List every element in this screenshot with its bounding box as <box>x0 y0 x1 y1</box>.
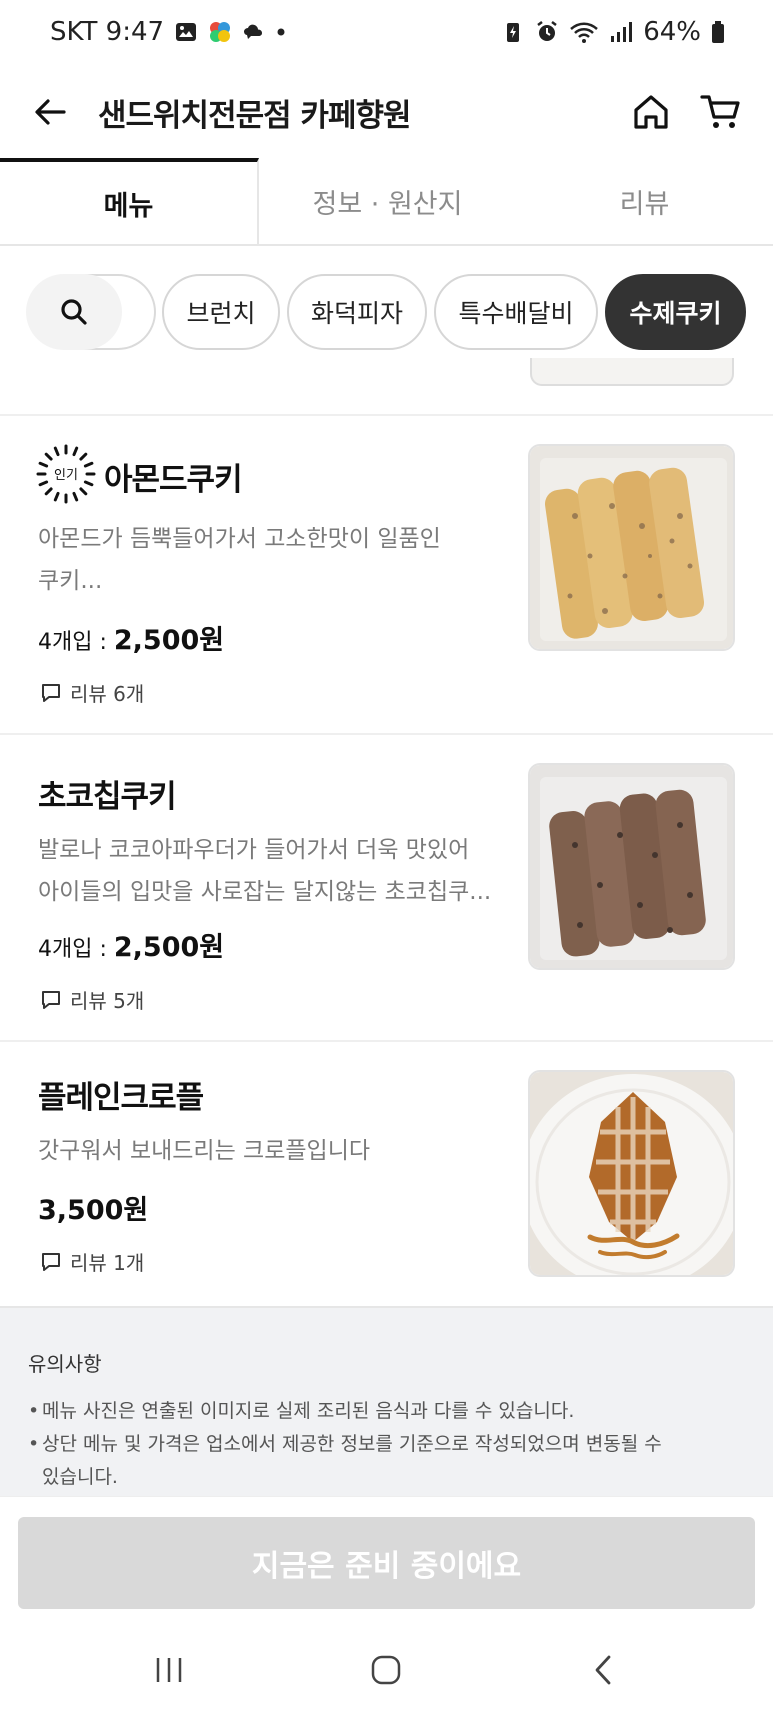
item-price: 4개입 : 2,500원 <box>38 925 224 964</box>
item-name: 아몬드쿠키 <box>104 462 243 498</box>
item-description: 갓구워서 보내드리는 크로플입니다 <box>38 1130 508 1172</box>
category-chip-brunch[interactable]: 브런치 <box>162 274 280 350</box>
back-chevron-icon <box>595 1655 611 1685</box>
tab-bar: 메뉴 정보 · 원산지 리뷰 <box>0 158 773 246</box>
back-button[interactable] <box>28 90 72 134</box>
order-button-disabled[interactable]: 지금은 준비 중이에요 <box>18 1517 755 1609</box>
previous-item-image-edge <box>530 358 734 386</box>
wifi-icon <box>570 22 599 43</box>
notice-title: 유의사항 <box>28 1352 102 1376</box>
search-icon <box>61 299 87 325</box>
menu-item-chocolate-chip-cookie[interactable]: 초코칩쿠키 발로나 코코아파우더가 들어가서 더욱 맛있어 아이들의 입맛을 사… <box>0 735 773 1040</box>
tab-info-origin[interactable]: 정보 · 원산지 <box>259 158 516 244</box>
tab-menu[interactable]: 메뉴 <box>0 158 259 244</box>
home-nav-button[interactable] <box>356 1640 416 1700</box>
comment-icon <box>42 683 60 702</box>
menu-item-plain-croffle[interactable]: 플레인크로플 갓구워서 보내드리는 크로플입니다 3,500원 리뷰 1개 <box>0 1042 773 1306</box>
status-left: SKT 9:47 <box>50 17 286 47</box>
popular-badge-text: 인기 <box>54 468 78 483</box>
item-name: 플레인크로플 <box>38 1080 204 1116</box>
notice-line-text: 상단 메뉴 및 가격은 업소에서 제공한 정보를 기준으로 작성되었으며 변동될… <box>42 1433 662 1455</box>
notice-line: 메뉴 사진은 연출된 이미지로 실제 조리된 음식과 다를 수 있습니다. <box>28 1395 745 1428</box>
item-description: 아몬드가 듬뿍들어가서 고소한맛이 일품인 쿠키... <box>38 518 508 602</box>
battery-percent: 64% <box>643 17 701 47</box>
chocolate-cookie-photo <box>530 765 733 968</box>
item-image-plain-croffle[interactable] <box>528 1070 735 1277</box>
menu-search-button[interactable] <box>26 274 122 350</box>
item-description-line: 아몬드가 듬뿍들어가서 고소한맛이 일품인 <box>38 526 441 552</box>
item-price-value: 2,500원 <box>113 625 225 656</box>
alarm-icon <box>537 21 557 41</box>
item-price: 4개입 : 2,500원 <box>38 618 224 657</box>
back-nav-button[interactable] <box>574 1640 634 1700</box>
item-description: 발로나 코코아파우더가 들어가서 더욱 맛있어 아이들의 입맛을 사로잡는 달지… <box>38 829 518 913</box>
cart-button[interactable] <box>697 88 745 136</box>
battery-icon <box>712 21 724 43</box>
battery-saver-icon <box>507 23 520 42</box>
item-review-label: 리뷰 5개 <box>70 989 145 1013</box>
comment-icon <box>42 1252 60 1271</box>
dot-icon <box>277 28 285 36</box>
item-image-chocolate-chip-cookie[interactable] <box>528 763 735 970</box>
item-review-count: 리뷰 1개 <box>40 1247 144 1276</box>
item-description-line: 발로나 코코아파우더가 들어가서 더욱 맛있어 <box>38 837 470 863</box>
app-header: 샌드위치전문점 카페향원 <box>0 64 773 160</box>
item-price-value: 3,500원 <box>38 1195 149 1226</box>
croffle-photo <box>530 1072 733 1275</box>
system-nav-bar <box>0 1622 773 1718</box>
category-chip-bar: 브런치 화덕피자 특수배달비 수제쿠키 <box>0 270 773 354</box>
gallery-icon <box>176 23 197 41</box>
recent-apps-icon <box>156 1658 182 1682</box>
signal-icon <box>611 22 633 42</box>
category-chip-handmade-cookies[interactable]: 수제쿠키 <box>605 274 746 350</box>
item-price-value: 2,500원 <box>113 932 225 963</box>
item-price-prefix: 4개입 : <box>38 937 114 962</box>
status-bar: SKT 9:47 64% <box>0 0 773 64</box>
notice-line-text: 있습니다. <box>42 1466 118 1488</box>
item-review-label: 리뷰 1개 <box>70 1251 145 1275</box>
status-right: 64% <box>501 17 725 47</box>
item-description-line: 쿠키... <box>38 568 103 594</box>
notice-section: 유의사항 메뉴 사진은 연출된 이미지로 실제 조리된 음식과 다를 수 있습니… <box>0 1306 773 1496</box>
almond-cookie-photo <box>530 446 733 649</box>
category-chip-oven-pizza[interactable]: 화덕피자 <box>287 274 427 350</box>
item-review-count: 리뷰 5개 <box>40 985 144 1014</box>
home-circle-icon <box>372 1655 401 1685</box>
item-review-count: 리뷰 6개 <box>40 678 144 707</box>
item-price-prefix: 4개입 : <box>38 630 114 655</box>
home-icon <box>634 95 668 129</box>
tab-reviews[interactable]: 리뷰 <box>516 158 773 244</box>
back-arrow-icon <box>35 99 66 125</box>
item-name: 초코칩쿠키 <box>38 779 177 815</box>
item-price: 3,500원 <box>38 1188 148 1227</box>
item-description-line: 갓구워서 보내드리는 크로플입니다 <box>38 1138 371 1164</box>
app-icon <box>210 22 231 42</box>
recent-apps-button[interactable] <box>139 1640 199 1700</box>
footer: 지금은 준비 중이에요 <box>0 1496 773 1622</box>
category-chip-special-delivery-fee[interactable]: 특수배달비 <box>434 274 598 350</box>
item-description-line: 아이들의 입맛을 사로잡는 달지않는 초코칩쿠... <box>38 879 492 905</box>
carrier-time: SKT 9:47 <box>50 17 165 47</box>
popular-badge-icon: 인기 <box>36 444 96 504</box>
cart-icon <box>700 95 740 128</box>
item-image-almond-cookie[interactable] <box>528 444 735 651</box>
cloud-icon <box>244 24 263 39</box>
home-button[interactable] <box>627 88 675 136</box>
page-title: 샌드위치전문점 카페향원 <box>98 97 412 134</box>
notice-line: 상단 메뉴 및 가격은 업소에서 제공한 정보를 기준으로 작성되었으며 변동될… <box>28 1428 745 1494</box>
item-review-label: 리뷰 6개 <box>70 682 145 706</box>
comment-icon <box>42 990 60 1009</box>
menu-item-almond-cookie[interactable]: 인기 아몬드쿠키 아몬드가 듬뿍들어가서 고소한맛이 일품인 쿠키... 4개입… <box>0 416 773 733</box>
